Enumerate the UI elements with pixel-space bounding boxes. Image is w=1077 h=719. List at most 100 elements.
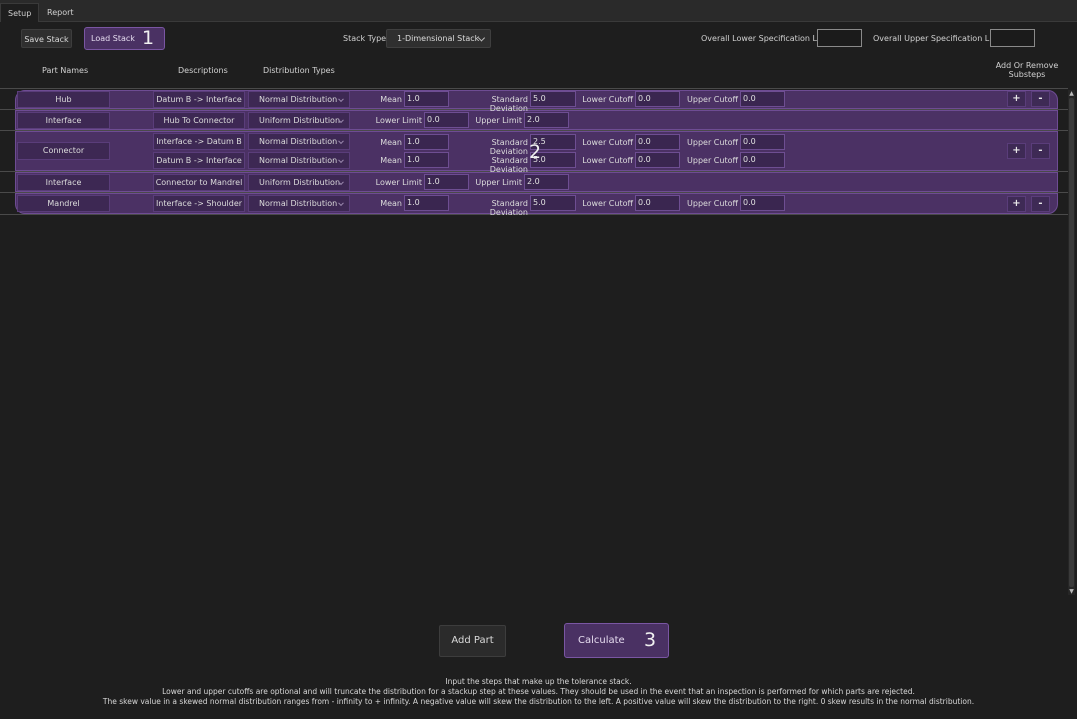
lower-limit-input[interactable]: 1.0 [424, 174, 469, 190]
std-dev-input[interactable]: 5.0 [530, 195, 576, 211]
param-label: Standard Deviation [489, 199, 528, 217]
description-field[interactable]: Hub To Connector [153, 112, 245, 129]
param-label: Standard Deviation [489, 95, 528, 113]
lower-cutoff-input[interactable]: 0.0 [635, 91, 680, 107]
scroll-down-icon[interactable]: ▼ [1068, 588, 1075, 596]
description-field[interactable]: Connector to Mandrel [153, 174, 245, 191]
distribution-select[interactable]: Normal Distribution [248, 195, 350, 212]
callout-marker-2: 2 [529, 141, 542, 163]
scrollbar-thumb[interactable] [1069, 98, 1074, 587]
param-label: Lower Limit [375, 116, 422, 125]
upper-spec-label: Overall Upper Specification Limit [873, 34, 1005, 43]
upper-spec-input[interactable] [990, 29, 1035, 47]
std-dev-input[interactable]: 5.0 [530, 91, 576, 107]
help-text-line-1: Input the steps that make up the toleran… [445, 677, 632, 686]
description-field[interactable]: Interface -> Shoulder [153, 195, 245, 212]
distribution-value: Normal Distribution [259, 199, 338, 208]
callout-marker-3: 3 [644, 629, 657, 651]
mean-input[interactable]: 1.0 [404, 91, 449, 107]
param-label: Upper Limit [475, 116, 522, 125]
upper-cutoff-input[interactable]: 0.0 [740, 152, 785, 168]
param-label: Standard Deviation [489, 138, 528, 156]
lower-cutoff-input[interactable]: 0.0 [635, 195, 680, 211]
param-label: Lower Limit [375, 178, 422, 187]
param-label: Lower Cutoff [582, 138, 633, 147]
param-label: Mean [380, 156, 402, 165]
param-label: Lower Cutoff [582, 156, 633, 165]
mean-input[interactable]: 1.0 [404, 195, 449, 211]
mean-input[interactable]: 1.0 [404, 152, 449, 168]
header-add-remove-substeps: Add Or Remove Substeps [988, 61, 1066, 79]
upper-limit-input[interactable]: 2.0 [524, 112, 569, 128]
header-part-names: Part Names [42, 66, 89, 75]
remove-substep-button[interactable]: - [1031, 196, 1050, 212]
param-label: Upper Cutoff [687, 138, 738, 147]
description-field[interactable]: Interface -> Datum B [153, 133, 245, 150]
part-name-field[interactable]: Mandrel [17, 195, 110, 212]
param-label: Upper Limit [475, 178, 522, 187]
remove-substep-button[interactable]: - [1031, 91, 1050, 107]
description-field[interactable]: Datum B -> Interface [153, 91, 245, 108]
distribution-select[interactable]: Uniform Distribution [248, 112, 350, 129]
param-label: Upper Cutoff [687, 156, 738, 165]
stack-type-label: Stack Type: [343, 34, 389, 43]
lower-spec-label: Overall Lower Specification Limit [701, 34, 833, 43]
calculate-button[interactable]: Calculate 3 [564, 623, 669, 658]
add-part-button[interactable]: Add Part [439, 625, 506, 657]
distribution-value: Normal Distribution [259, 137, 338, 146]
param-label: Mean [380, 95, 402, 104]
param-label: Lower Cutoff [582, 95, 633, 104]
distribution-value: Normal Distribution [259, 95, 338, 104]
add-substep-button[interactable]: + [1007, 143, 1026, 159]
tab-setup[interactable]: Setup [0, 3, 40, 22]
chevron-down-icon [338, 116, 344, 123]
param-label: Mean [380, 199, 402, 208]
lower-cutoff-input[interactable]: 0.0 [635, 134, 680, 150]
upper-limit-input[interactable]: 2.0 [524, 174, 569, 190]
chevron-down-icon [338, 137, 344, 144]
lower-limit-input[interactable]: 0.0 [424, 112, 469, 128]
param-label: Upper Cutoff [687, 199, 738, 208]
remove-substep-button[interactable]: - [1031, 143, 1050, 159]
add-substep-button[interactable]: + [1007, 91, 1026, 107]
upper-cutoff-input[interactable]: 0.0 [740, 195, 785, 211]
lower-cutoff-input[interactable]: 0.0 [635, 152, 680, 168]
calculate-label: Calculate [578, 635, 625, 646]
header-distribution-types: Distribution Types [263, 66, 335, 75]
row-separator [0, 88, 1068, 89]
param-label: Standard Deviation [489, 156, 528, 174]
tab-bar [0, 0, 1077, 22]
save-stack-button[interactable]: Save Stack [21, 29, 72, 48]
distribution-select[interactable]: Normal Distribution [248, 152, 350, 169]
param-label: Upper Cutoff [687, 95, 738, 104]
header-add-remove-line2: Substeps [1008, 70, 1046, 79]
chevron-down-icon [338, 156, 344, 163]
lower-spec-input[interactable] [817, 29, 862, 47]
distribution-select[interactable]: Normal Distribution [248, 91, 350, 108]
part-name-field[interactable]: Interface [17, 112, 110, 129]
row-separator [0, 214, 1068, 215]
distribution-select[interactable]: Uniform Distribution [248, 174, 350, 191]
upper-cutoff-input[interactable]: 0.0 [740, 134, 785, 150]
tab-report[interactable]: Report [40, 3, 81, 22]
upper-cutoff-input[interactable]: 0.0 [740, 91, 785, 107]
distribution-value: Uniform Distribution [259, 178, 341, 187]
distribution-select[interactable]: Normal Distribution [248, 133, 350, 150]
load-stack-label: Load Stack [91, 34, 135, 43]
scroll-up-icon[interactable]: ▲ [1068, 90, 1075, 98]
stack-type-select[interactable]: 1-Dimensional Stack [386, 29, 491, 48]
help-text-line-2: Lower and upper cutoffs are optional and… [162, 687, 915, 696]
header-add-remove-line1: Add Or Remove [995, 61, 1059, 70]
part-name-field[interactable]: Hub [17, 91, 110, 108]
param-label: Mean [380, 138, 402, 147]
header-descriptions: Descriptions [178, 66, 228, 75]
add-substep-button[interactable]: + [1007, 196, 1026, 212]
distribution-value: Normal Distribution [259, 156, 338, 165]
chevron-down-icon [338, 95, 344, 102]
description-field[interactable]: Datum B -> Interface [153, 152, 245, 169]
load-stack-button[interactable]: Load Stack 1 [84, 27, 165, 50]
part-name-field[interactable]: Connector [17, 142, 110, 160]
part-name-field[interactable]: Interface [17, 174, 110, 191]
chevron-down-icon [477, 33, 486, 42]
mean-input[interactable]: 1.0 [404, 134, 449, 150]
